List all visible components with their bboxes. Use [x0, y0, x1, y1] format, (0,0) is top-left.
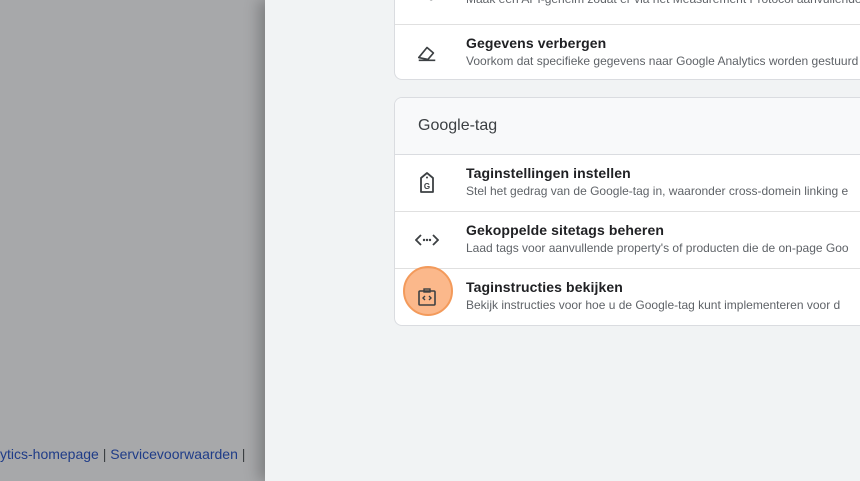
google-tag-card: Google-tag G Taginstellingen instellen S… — [394, 97, 860, 326]
list-item-title: Taginstructies bekijken — [466, 279, 623, 295]
card-title: Google-tag — [395, 98, 860, 155]
key-icon — [415, 0, 439, 14]
modal-backdrop[interactable]: ytics-homepage | Servicevoorwaarden | — [0, 0, 265, 481]
list-item-description: Laad tags voor aanvullende property's of… — [466, 241, 849, 255]
footer-links: ytics-homepage | Servicevoorwaarden | — [0, 446, 265, 462]
code-arrows-icon — [415, 228, 439, 252]
list-item-description: Maak een API-geheim zodat er via het Mea… — [466, 0, 860, 8]
list-item-description: Voorkom dat specifieke gegevens naar Goo… — [466, 54, 859, 68]
list-item-title: Taginstellingen instellen — [466, 165, 631, 181]
eraser-icon — [415, 41, 439, 65]
clipboard-code-icon — [415, 285, 439, 309]
list-item-title: Gekoppelde sitetags beheren — [466, 222, 664, 238]
list-item-description: Stel het gedrag van de Google-tag in, wa… — [466, 184, 849, 198]
settings-card: Maak een API-geheim zodat er via het Mea… — [394, 0, 860, 80]
analytics-homepage-link[interactable]: ytics-homepage — [0, 446, 99, 462]
footer-separator: | — [98, 446, 111, 462]
footer-separator: | — [237, 446, 246, 462]
google-tag-icon: G — [415, 171, 439, 195]
list-item-description: Bekijk instructies voor hoe u de Google-… — [466, 298, 841, 312]
list-item-tag-instructions[interactable]: Taginstructies bekijken Bekijk instructi… — [395, 266, 860, 325]
terms-of-service-link[interactable]: Servicevoorwaarden — [110, 446, 238, 462]
side-panel: Maak een API-geheim zodat er via het Mea… — [265, 0, 860, 481]
svg-text:G: G — [424, 182, 430, 191]
list-item-data-redaction[interactable]: Gegevens verbergen Voorkom dat specifiek… — [395, 25, 860, 79]
list-item-tag-settings[interactable]: G Taginstellingen instellen Stel het ged… — [395, 155, 860, 212]
list-item-api-secret[interactable]: Maak een API-geheim zodat er via het Mea… — [395, 0, 860, 25]
list-item-title: Gegevens verbergen — [466, 35, 607, 51]
list-item-linked-site-tags[interactable]: Gekoppelde sitetags beheren Laad tags vo… — [395, 212, 860, 269]
